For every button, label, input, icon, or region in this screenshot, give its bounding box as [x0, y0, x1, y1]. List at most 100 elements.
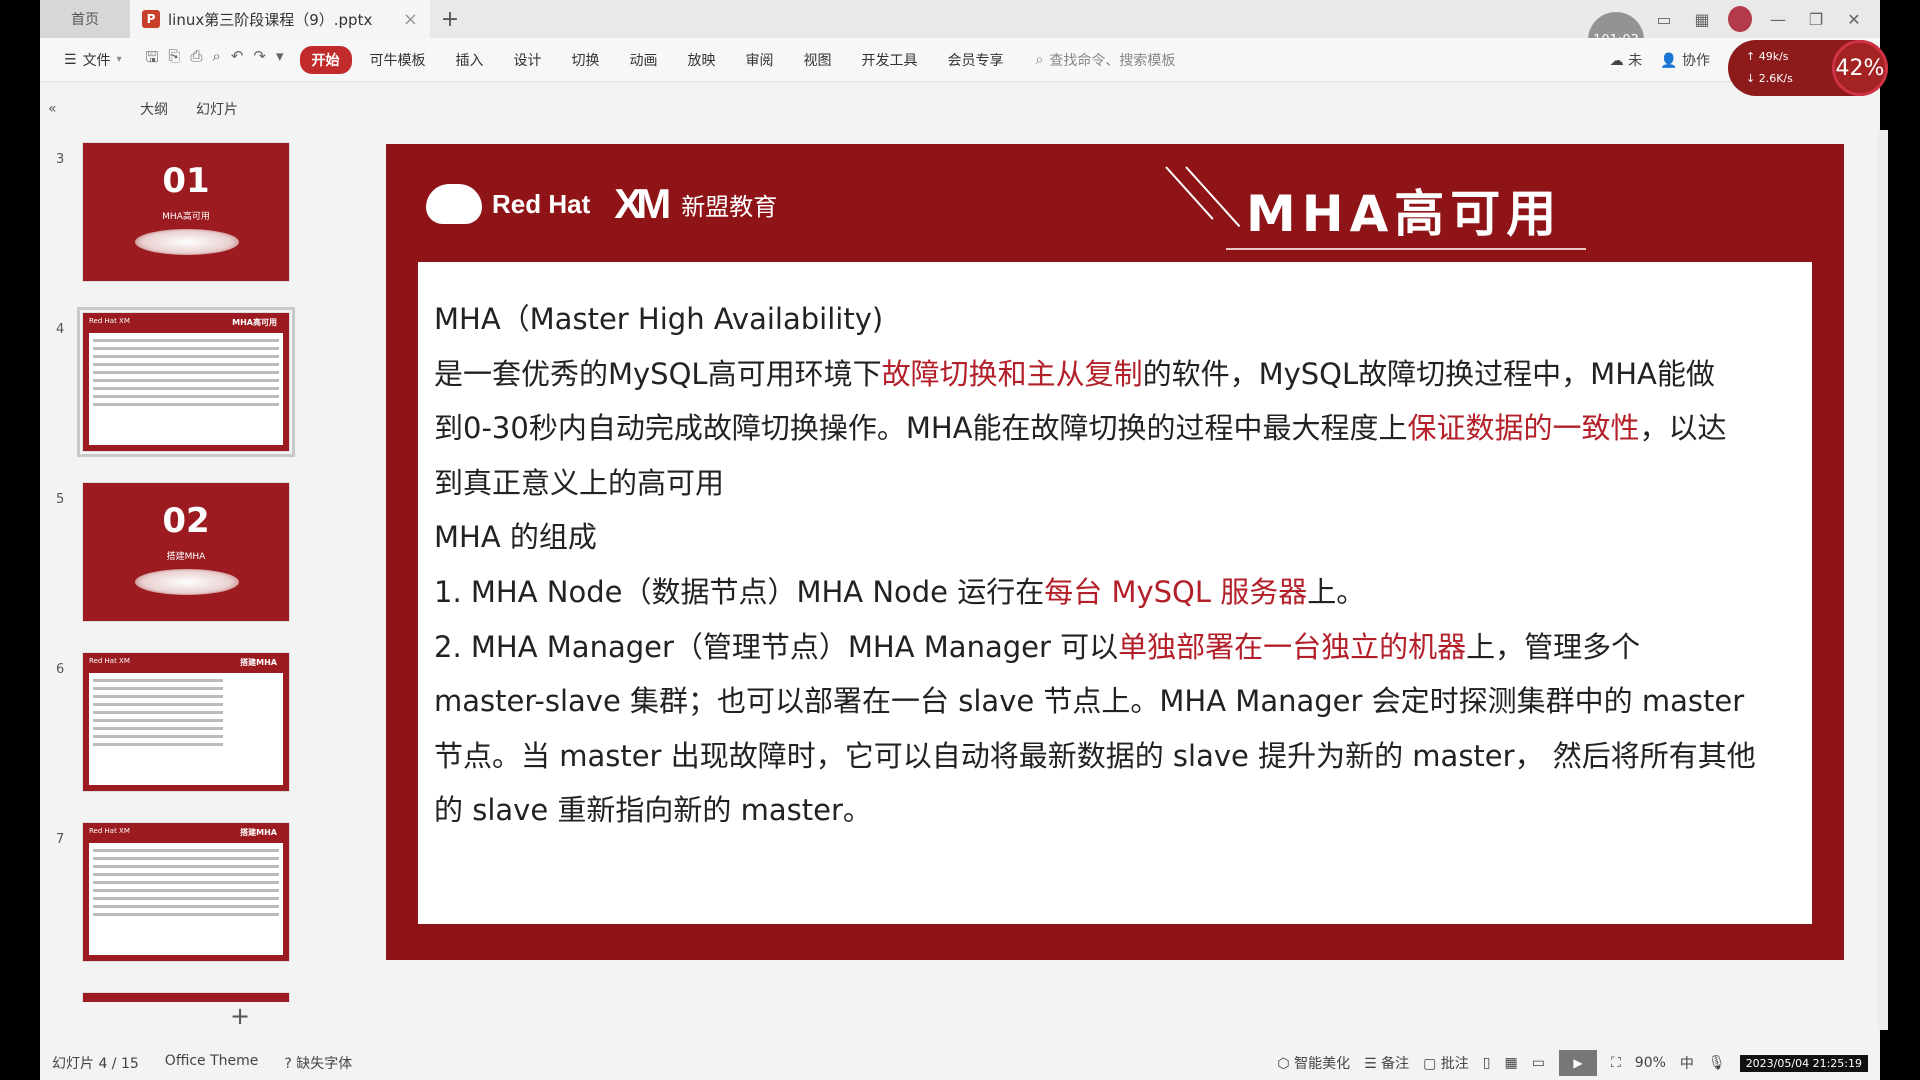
text-run: 到0-30秒内自动完成故障切换操作。MHA能在故障切换的过程中最大程度上 [434, 411, 1408, 446]
ime-indicator[interactable]: 中 [1680, 1053, 1694, 1073]
cloud-sync-button[interactable]: ☁ 未 [1610, 50, 1642, 70]
slide-thumbnail-selected[interactable]: Red Hat XM MHA高可用 [77, 307, 295, 457]
slide-thumbnail[interactable]: 01 MHA高可用 [82, 142, 290, 282]
text-run: 是一套优秀的MySQL高可用环境下 [434, 356, 882, 391]
new-tab-button[interactable]: + [430, 0, 470, 38]
print-icon[interactable]: ⎙ [190, 47, 202, 72]
editor-scrollbar[interactable] [1878, 130, 1888, 1030]
thumbnail-logo: Red Hat XM [89, 317, 130, 325]
thumbnail-number: 6 [56, 662, 65, 677]
add-slide-button[interactable]: + [230, 1002, 250, 1030]
ribbon-tab-developer[interactable]: 开发工具 [850, 46, 930, 74]
restore-icon[interactable]: ❐ [1804, 10, 1828, 29]
thumbnail-title: 搭建MHA [240, 828, 277, 837]
save-icon[interactable]: 🖫 [146, 47, 159, 72]
file-menu-button[interactable]: ☰ 文件 ▾ [56, 50, 130, 70]
search-icon: ⌕ [1035, 51, 1044, 68]
ribbon-tab-templates[interactable]: 可牛模板 [358, 46, 438, 74]
thumbnail-stage-graphic [135, 229, 239, 255]
thumbnail-content [89, 673, 283, 785]
tab-slides[interactable]: 幻灯片 [196, 99, 238, 119]
home-tab[interactable]: 首页 [40, 0, 130, 38]
thumbnail-stage-graphic [135, 569, 239, 595]
panel-view-tabs: « 大纲 幻灯片 [40, 90, 400, 128]
thumbnail-row[interactable]: 5 02 搭建MHA [40, 472, 340, 622]
slide-thumbnail[interactable]: Red Hat XM 搭建MHA [82, 822, 290, 962]
download-rate-value: 2.6K/s [1758, 72, 1793, 85]
ribbon-tab-animation[interactable]: 动画 [618, 46, 670, 74]
undo-icon[interactable]: ↶ [231, 47, 244, 72]
redo-icon[interactable]: ↷ [253, 47, 266, 72]
microphone-icon[interactable]: 🎙 [1708, 1055, 1726, 1071]
thumbnail-row[interactable]: 6 Red Hat XM 搭建MHA [40, 642, 340, 792]
text-line: 到0-30秒内自动完成故障切换操作。MHA能在故障切换的过程中最大程度上保证数据… [434, 401, 1796, 456]
slide-text-box[interactable]: MHA（Master High Availability) 是一套优秀的MySQ… [418, 262, 1812, 924]
tab-outline[interactable]: 大纲 [140, 99, 168, 119]
ribbon-tab-transition[interactable]: 切换 [560, 46, 612, 74]
minimize-icon[interactable]: — [1766, 10, 1790, 29]
thumbnail-number: 7 [56, 832, 65, 847]
document-tab-title: linux第三阶段课程（9）.pptx [168, 10, 373, 29]
slide-title-block: MHA高可用 [1165, 166, 1826, 250]
collapse-panel-icon[interactable]: « [40, 101, 140, 117]
user-avatar[interactable] [1728, 6, 1752, 32]
customize-icon[interactable]: ▾ [276, 47, 284, 72]
beautify-button[interactable]: ⬡ 智能美化 [1277, 1053, 1350, 1073]
thumbnail-row[interactable]: 7 Red Hat XM 搭建MHA [40, 812, 340, 962]
ribbon-tab-review[interactable]: 审阅 [734, 46, 786, 74]
slide-thumbnail[interactable]: 02 搭建MHA [82, 482, 290, 622]
quick-access-toolbar: 🖫 ⎘ ⎙ ⌕ ↶ ↷ ▾ [136, 47, 294, 72]
print-preview-icon[interactable]: ⌕ [212, 47, 220, 72]
redhat-logo-text: Red Hat [492, 188, 591, 219]
text-run: 上。 [1307, 574, 1366, 609]
thumbnail-section-number: 02 [162, 501, 210, 541]
export-icon[interactable]: ⎘ [168, 47, 180, 72]
apps-grid-icon[interactable]: ▦ [1690, 10, 1714, 29]
thumbnail-caption: 搭建MHA [166, 552, 206, 562]
slide-sorter-icon[interactable]: ▦ [1505, 1055, 1518, 1071]
zoom-level[interactable]: 90% [1635, 1055, 1666, 1071]
ribbon-tab-member[interactable]: 会员专享 [936, 46, 1016, 74]
text-line: 2. MHA Manager（管理节点）MHA Manager 可以单独部署在一… [434, 620, 1796, 675]
notes-button[interactable]: ☰ 备注 [1364, 1053, 1409, 1073]
cpu-percent-badge: 42% [1832, 40, 1888, 96]
close-window-icon[interactable]: ✕ [1842, 10, 1866, 29]
ribbon-tab-design[interactable]: 设计 [502, 46, 554, 74]
thumbnail-row[interactable]: 4 Red Hat XM MHA高可用 [40, 302, 340, 457]
ribbon-tab-start[interactable]: 开始 [299, 45, 352, 74]
xinmeng-logo-mark: XM [614, 180, 671, 227]
document-tab[interactable]: P linux第三阶段课程（9）.pptx × [130, 0, 430, 38]
system-clock: 2023/05/04 21:25:19 [1739, 1054, 1868, 1072]
text-line: MHA 的组成 [434, 510, 1796, 565]
highlight-text: 每台 MySQL 服务器 [1044, 574, 1308, 609]
theme-name[interactable]: Office Theme [165, 1053, 259, 1073]
normal-view-icon[interactable]: ▯ [1483, 1055, 1491, 1071]
slide-canvas[interactable]: Red Hat XM 新盟教育 MHA高可用 MHA（Master High A… [386, 144, 1844, 960]
collaborate-button[interactable]: 👤 协作 [1660, 50, 1710, 70]
thumbnail-row[interactable]: 3 01 MHA高可用 [40, 132, 340, 282]
cloud-sync-label: 未 [1628, 53, 1643, 69]
text-line: MHA（Master High Availability) [434, 292, 1796, 347]
ribbon-tab-view[interactable]: 视图 [792, 46, 844, 74]
thumbnail-logo: Red Hat XM [89, 827, 130, 835]
ribbon-tab-insert[interactable]: 插入 [444, 46, 496, 74]
upload-rate: ↑ 49k/s [1746, 50, 1789, 63]
play-slideshow-button[interactable]: ▶ [1558, 1050, 1597, 1076]
thumbnail-row-partial[interactable] [40, 982, 340, 1002]
slide-title: MHA高可用 [1246, 185, 1563, 243]
layout-icon[interactable]: ▭ [1652, 10, 1676, 29]
comments-button[interactable]: ▢ 批注 [1423, 1053, 1469, 1073]
highlight-text: 保证数据的一致性 [1407, 411, 1640, 446]
highlight-text: 故障切换和主从复制 [881, 356, 1143, 391]
reading-view-icon[interactable]: ▭ [1532, 1055, 1545, 1071]
fit-window-icon[interactable]: ⛶ [1611, 1055, 1621, 1071]
command-search[interactable]: ⌕ 查找命令、搜索模板 [1036, 50, 1176, 70]
person-icon: 👤 [1660, 53, 1678, 69]
close-tab-icon[interactable]: × [403, 9, 418, 30]
ribbon-tab-slideshow[interactable]: 放映 [676, 46, 728, 74]
slide-thumbnail[interactable] [82, 992, 290, 1002]
slide-thumbnail[interactable]: Red Hat XM 搭建MHA [82, 652, 290, 792]
notes-label: 备注 [1381, 1056, 1410, 1072]
missing-font-button[interactable]: ? 缺失字体 [284, 1053, 352, 1073]
chevron-down-icon: ▾ [116, 54, 122, 65]
